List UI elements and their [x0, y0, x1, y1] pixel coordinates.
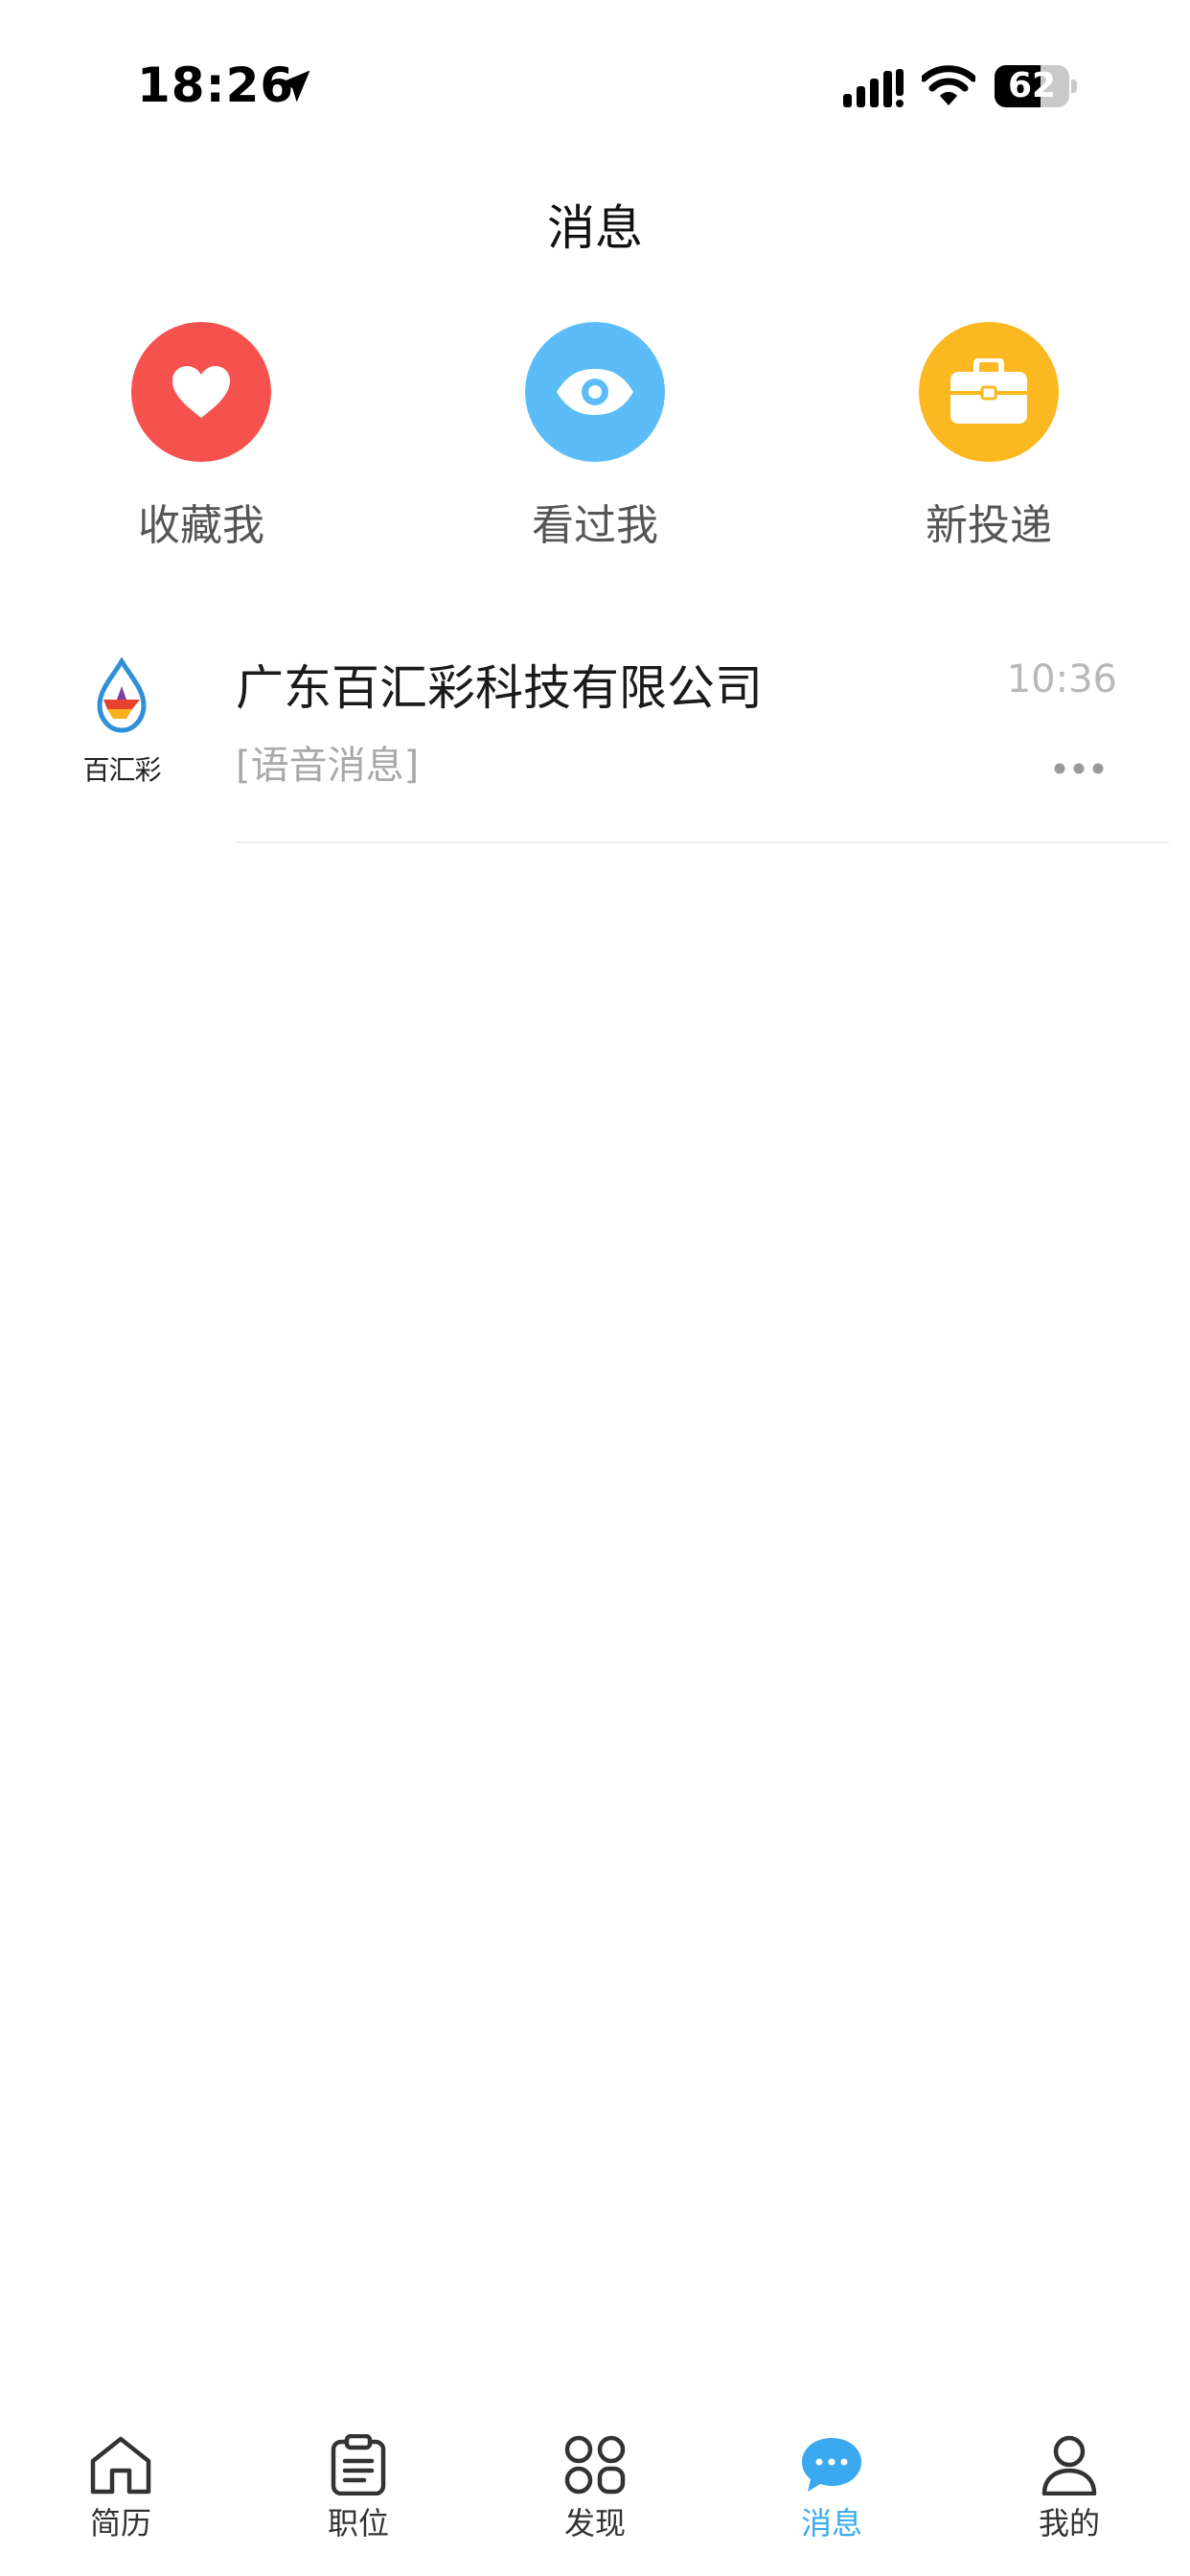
status-time: 18:26 — [137, 58, 295, 113]
tab-jobs[interactable]: 职位 — [263, 2405, 454, 2576]
company-logo-text: 百汇彩 — [82, 754, 161, 786]
company-logo-icon — [97, 656, 147, 733]
page-title: 消息 — [547, 200, 643, 256]
eye-icon — [557, 369, 633, 415]
battery-cap — [1071, 80, 1077, 93]
heart-icon — [172, 366, 230, 418]
battery-indicator: 62 — [995, 65, 1077, 107]
tab-messages[interactable]: 消息 — [736, 2405, 927, 2576]
briefcase-icon — [950, 358, 1027, 424]
conversation-time: 10:36 — [1006, 657, 1117, 702]
status-bar: 18:26 62 — [0, 0, 1190, 172]
tab-resume[interactable]: 简历 — [25, 2405, 217, 2576]
grid-circles-icon — [564, 2435, 626, 2495]
tab-discover-label: 发现 — [563, 2505, 626, 2542]
new-applications-label: 新投递 — [926, 501, 1052, 550]
wifi-icon — [922, 65, 975, 105]
eye-icon-circle — [525, 322, 665, 462]
person-icon — [1041, 2435, 1097, 2496]
location-arrow-icon — [278, 70, 310, 103]
tab-discover[interactable]: 发现 — [499, 2405, 691, 2576]
chat-bubble-icon — [802, 2438, 861, 2492]
conversation-preview: [语音消息] — [236, 744, 420, 788]
heart-icon-circle — [131, 322, 271, 462]
tab-mine-label: 我的 — [1038, 2505, 1100, 2542]
tab-mine[interactable]: 我的 — [973, 2405, 1165, 2576]
favorited-me-label: 收藏我 — [138, 501, 264, 550]
new-applications-button[interactable]: 新投递 — [845, 322, 1133, 571]
viewed-me-button[interactable]: 看过我 — [451, 322, 739, 571]
briefcase-icon-circle — [919, 322, 1059, 462]
cellular-signal-icon — [843, 69, 904, 107]
battery-percentage: 62 — [1007, 66, 1057, 105]
more-options-icon[interactable] — [1050, 759, 1108, 778]
conversation-divider — [236, 841, 1169, 843]
clipboard-icon — [331, 2434, 386, 2496]
battery-body: 62 — [995, 65, 1069, 107]
bottom-tab-bar: 简历 职位 发现 消息 我的 — [0, 2405, 1190, 2576]
tab-resume-label: 简历 — [89, 2505, 151, 2542]
conversation-name: 广东百汇彩科技有限公司 — [236, 660, 763, 716]
conversation-item[interactable]: 百汇彩 广东百汇彩科技有限公司 10:36 [语音消息] — [0, 623, 1190, 843]
favorited-me-button[interactable]: 收藏我 — [57, 322, 345, 571]
tab-jobs-label: 职位 — [327, 2505, 389, 2542]
viewed-me-label: 看过我 — [532, 501, 658, 550]
house-icon — [90, 2436, 151, 2495]
company-avatar: 百汇彩 — [69, 656, 174, 786]
tab-messages-label: 消息 — [800, 2505, 862, 2542]
